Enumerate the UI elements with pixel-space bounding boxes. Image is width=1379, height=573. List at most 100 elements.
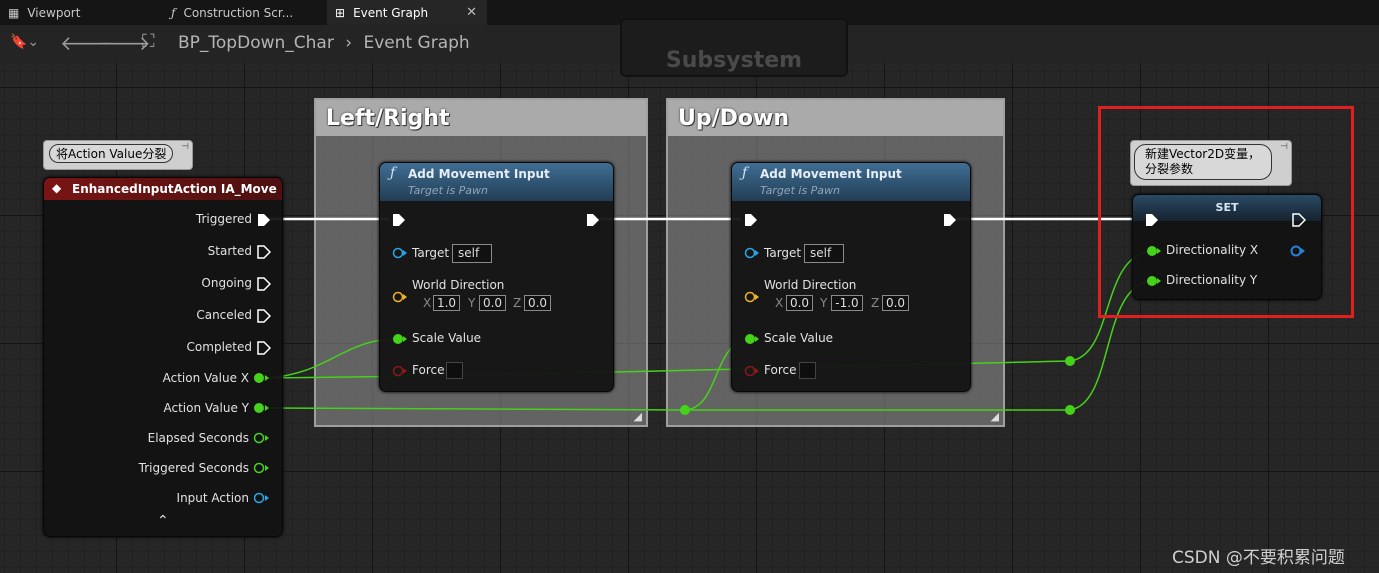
exec-pin-icon[interactable]	[257, 213, 271, 227]
function-node-header: ƒ Add Movement Input Target is Pawn	[732, 163, 970, 201]
float-pin-icon[interactable]	[253, 372, 271, 384]
node-title: Add Movement Input	[408, 167, 550, 181]
exec-pin-icon[interactable]	[257, 309, 271, 323]
vector-pin-icon[interactable]	[392, 291, 408, 303]
breadcrumb: BP_TopDown_Char › Event Graph	[178, 33, 476, 53]
add-movement-input-node-2[interactable]: ƒ Add Movement Input Target is Pawn	[731, 162, 971, 392]
function-icon: ƒ	[742, 165, 748, 181]
tab-event-graph[interactable]: ⊞ Event Graph ✕	[327, 0, 487, 25]
direction-y-field[interactable]: -1.0	[831, 295, 863, 311]
event-node-ia-move[interactable]: ◆ EnhancedInputAction IA_Move	[43, 177, 283, 537]
axis-y-label: Y	[820, 296, 828, 310]
breadcrumb-graph[interactable]: Event Graph	[363, 33, 469, 53]
tab-label: Event Graph	[353, 5, 429, 20]
float-pin-icon[interactable]	[744, 333, 760, 345]
exec-out-pin-icon[interactable]	[1292, 213, 1306, 227]
exec-pin-icon[interactable]	[257, 277, 271, 291]
direction-y-field[interactable]: 0.0	[479, 295, 506, 311]
float-pin-icon[interactable]	[1146, 245, 1162, 257]
direction-x-field[interactable]: 0.0	[786, 295, 813, 311]
pin-label: Input Action	[176, 491, 249, 505]
exec-pin-icon[interactable]	[257, 245, 271, 259]
exec-pin-icon[interactable]	[257, 341, 271, 355]
axis-x-label: X	[423, 296, 432, 310]
event-node-title: EnhancedInputAction IA_Move	[72, 182, 277, 196]
breadcrumb-separator-icon: ›	[345, 33, 353, 53]
event-icon: ◆	[52, 181, 62, 195]
node-subtitle: Target is Pawn	[760, 184, 841, 197]
grid-icon: ▦	[8, 5, 20, 20]
float-wire	[267, 407, 686, 411]
direction-z-field[interactable]: 0.0	[882, 295, 909, 311]
pin-label: Target	[764, 246, 802, 260]
add-movement-input-node-1[interactable]: ƒ Add Movement Input Target is Pawn	[379, 162, 614, 392]
tab-viewport[interactable]: ▦ Viewport	[0, 0, 160, 25]
target-value-box[interactable]: self	[804, 244, 844, 263]
event-node-header: ◆ EnhancedInputAction IA_Move	[44, 178, 282, 200]
target-value-box[interactable]: self	[452, 244, 492, 263]
direction-z-field[interactable]: 0.0	[524, 295, 551, 311]
collapse-chevron-icon[interactable]: ⌃	[157, 513, 169, 529]
function-icon: ƒ	[171, 5, 176, 20]
pin-label: Started	[207, 244, 252, 258]
comment-line-1: 新建Vector2D变量，	[1145, 147, 1261, 161]
tab-label: Viewport	[27, 5, 81, 20]
pin-label: Canceled	[196, 308, 252, 322]
pin-icon[interactable]: ⊣	[1280, 142, 1288, 152]
pin-label: Action Value X	[162, 371, 249, 385]
hierarchy-icon[interactable]: ⛶	[142, 31, 155, 52]
pin-icon[interactable]: ⊣	[181, 142, 189, 152]
force-checkbox[interactable]	[799, 362, 816, 379]
comment-bubble[interactable]: 将Action Value分裂 ⊣	[43, 140, 193, 170]
exec-out-pin-icon[interactable]	[943, 213, 957, 227]
comment-line-2: 分裂参数	[1145, 162, 1194, 176]
event-graph-canvas[interactable]: Subsystem Left/Right ◢ Up/Down ◢ 将Action…	[0, 18, 1379, 573]
direction-x-field[interactable]: 1.0	[433, 295, 460, 311]
axis-x-label: X	[775, 296, 784, 310]
float-pin-icon[interactable]	[253, 462, 271, 474]
node-title: Add Movement Input	[760, 167, 902, 181]
reroute-node	[680, 405, 690, 415]
reroute-node	[1065, 356, 1075, 366]
object-pin-icon[interactable]	[744, 247, 760, 259]
breadcrumb-blueprint[interactable]: BP_TopDown_Char	[178, 33, 334, 53]
graph-icon: ⊞	[335, 5, 346, 20]
comment-bubble-text: 将Action Value分裂	[49, 144, 173, 163]
exec-in-pin-icon[interactable]	[1145, 213, 1159, 227]
float-pin-icon[interactable]	[253, 402, 271, 414]
close-icon[interactable]: ✕	[466, 5, 477, 20]
bookmark-dropdown-icon[interactable]: 🔖⌄	[10, 34, 39, 50]
tab-construction-script[interactable]: ƒ Construction Scr...	[163, 0, 323, 25]
pin-label: Force	[764, 363, 797, 377]
pin-label: Force	[412, 363, 445, 377]
pin-label: Scale Value	[412, 331, 482, 345]
exec-in-pin-icon[interactable]	[744, 213, 758, 227]
pin-label: Triggered Seconds	[138, 461, 249, 475]
pin-label: World Direction	[412, 278, 505, 292]
reroute-node	[1065, 405, 1075, 415]
pin-label: Completed	[186, 340, 252, 354]
bool-pin-icon[interactable]	[744, 365, 760, 377]
force-checkbox[interactable]	[446, 362, 463, 379]
vector-pin-icon[interactable]	[744, 291, 760, 303]
axis-z-label: Z	[871, 296, 880, 310]
axis-z-label: Z	[513, 296, 522, 310]
float-pin-icon[interactable]	[392, 333, 408, 345]
comment-bubble-text: 新建Vector2D变量， 分裂参数	[1134, 144, 1272, 180]
pin-label: Action Value Y	[163, 401, 250, 415]
object-pin-icon[interactable]	[392, 247, 408, 259]
struct-out-pin-icon[interactable]	[1290, 245, 1306, 257]
float-pin-icon[interactable]	[253, 432, 271, 444]
exec-in-pin-icon[interactable]	[392, 213, 406, 227]
bool-pin-icon[interactable]	[392, 365, 408, 377]
float-pin-icon[interactable]	[1146, 275, 1162, 287]
pin-label: Triggered	[195, 212, 252, 226]
tab-label: Construction Scr...	[183, 5, 294, 20]
object-pin-icon[interactable]	[253, 492, 271, 504]
pin-label: Scale Value	[764, 331, 834, 345]
comment-bubble[interactable]: 新建Vector2D变量， 分裂参数 ⊣	[1130, 140, 1292, 186]
exec-out-pin-icon[interactable]	[586, 213, 600, 227]
pin-label: Elapsed Seconds	[147, 431, 249, 445]
pin-label: Directionality Y	[1166, 273, 1258, 287]
pin-label: Directionality X	[1166, 243, 1259, 257]
